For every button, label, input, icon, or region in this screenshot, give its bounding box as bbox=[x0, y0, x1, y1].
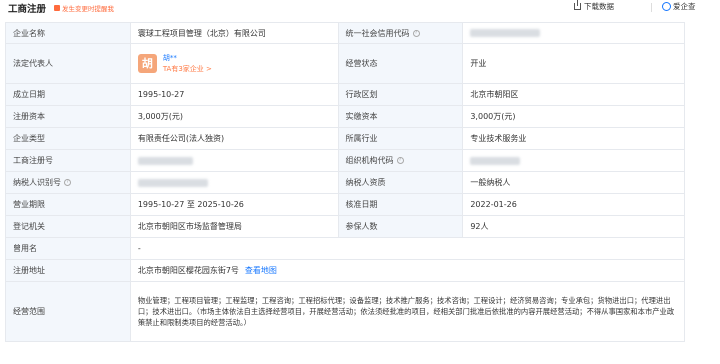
legal-rep-name[interactable]: 胡** bbox=[163, 53, 212, 64]
insured-count-label: 参保人数 bbox=[338, 216, 464, 237]
company-name-label: 企业名称 bbox=[6, 23, 131, 43]
business-term-label: 营业期限 bbox=[6, 194, 131, 215]
change-alert-label: 发生变更时提醒我 bbox=[62, 5, 114, 13]
credit-code-value bbox=[463, 23, 686, 43]
tax-id-value bbox=[131, 172, 339, 193]
table-row: 注册地址 北京市朝阳区樱花园东街7号 查看地图 bbox=[6, 260, 685, 282]
former-name-label: 曾用名 bbox=[6, 238, 131, 259]
status-label: 经营状态 bbox=[338, 44, 464, 83]
rep-companies-link[interactable]: TA有3家企业 > bbox=[163, 64, 212, 75]
org-code-value bbox=[463, 150, 686, 171]
table-row: 纳税人识别号? 纳税人资质 一般纳税人 bbox=[6, 172, 686, 194]
divider bbox=[651, 3, 652, 12]
table-row: 曾用名 - bbox=[6, 238, 685, 260]
redacted-value bbox=[137, 156, 193, 165]
section-title: 工商注册 bbox=[8, 4, 47, 15]
company-type-value: 有限责任公司(法人独资) bbox=[131, 128, 339, 149]
business-term-value: 1995-10-27 至 2025-10-26 bbox=[131, 194, 339, 215]
authority-label: 登记机关 bbox=[6, 216, 131, 237]
qcc-button[interactable]: 爱企查 bbox=[662, 1, 696, 12]
reg-number-value bbox=[131, 150, 339, 171]
table-row: 登记机关 北京市朝阳区市场监督管理局 参保人数 92人 bbox=[6, 216, 686, 238]
insured-count-value: 92人 bbox=[463, 216, 686, 237]
legal-rep-label: 法定代表人 bbox=[6, 44, 131, 83]
reg-number-label: 工商注册号 bbox=[6, 150, 131, 171]
redacted-value bbox=[137, 178, 208, 187]
qcc-logo-icon bbox=[662, 2, 671, 11]
section-header: 工商注册 发生变更时提醒我 下载数据 爱企查 bbox=[0, 0, 720, 16]
approval-date-label: 核准日期 bbox=[338, 194, 464, 215]
table-row: 成立日期 1995-10-27 行政区划 北京市朝阳区 bbox=[6, 84, 686, 106]
redacted-value bbox=[470, 156, 521, 165]
download-icon bbox=[574, 0, 581, 10]
taxpayer-type-label: 纳税人资质 bbox=[338, 172, 464, 193]
address-value: 北京市朝阳区樱花园东街7号 查看地图 bbox=[131, 260, 685, 281]
paid-capital-label: 实缴资本 bbox=[338, 106, 464, 127]
former-name-value: - bbox=[131, 238, 685, 259]
org-code-label-text: 组织机构代码 bbox=[345, 156, 394, 165]
industry-value: 专业技术服务业 bbox=[463, 128, 686, 149]
qcc-label: 爱企查 bbox=[673, 2, 696, 11]
authority-value: 北京市朝阳区市场监督管理局 bbox=[131, 216, 339, 237]
scope-label: 经营范围 bbox=[6, 282, 131, 341]
region-value: 北京市朝阳区 bbox=[463, 84, 686, 105]
industry-label: 所属行业 bbox=[338, 128, 464, 149]
scope-value: 物业管理；工程项目管理；工程监理；工程咨询；工程招标代理；设备监理；技术推广服务… bbox=[131, 282, 685, 341]
region-label: 行政区划 bbox=[338, 84, 464, 105]
table-row: 工商注册号 组织机构代码? bbox=[6, 150, 686, 172]
registration-table: 企业名称 寰球工程项目管理（北京）有限公司 统一社会信用代码? 法定代表人 胡 … bbox=[5, 22, 686, 342]
approval-date-value: 2022-01-26 bbox=[463, 194, 686, 215]
table-row: 企业类型 有限责任公司(法人独资) 所属行业 专业技术服务业 bbox=[6, 128, 686, 150]
taxpayer-type-value: 一般纳税人 bbox=[463, 172, 686, 193]
table-row: 注册资本 3,000万(元) 实缴资本 3,000万(元) bbox=[6, 106, 686, 128]
founded-label: 成立日期 bbox=[6, 84, 131, 105]
tax-id-label-text: 纳税人识别号 bbox=[13, 178, 61, 187]
address-label: 注册地址 bbox=[6, 260, 131, 281]
avatar: 胡 bbox=[137, 54, 157, 73]
table-row: 法定代表人 胡 胡** TA有3家企业 > 经营状态 开业 bbox=[6, 44, 686, 84]
redacted-value bbox=[470, 29, 541, 37]
legal-rep-value: 胡 胡** TA有3家企业 > bbox=[131, 44, 339, 83]
help-icon[interactable]: ? bbox=[412, 29, 420, 37]
download-button[interactable]: 下载数据 bbox=[574, 0, 614, 12]
help-icon[interactable]: ? bbox=[64, 179, 71, 186]
founded-value: 1995-10-27 bbox=[131, 84, 339, 105]
bell-icon bbox=[54, 5, 60, 11]
address-text: 北京市朝阳区樱花园东街7号 bbox=[137, 266, 239, 275]
help-icon[interactable]: ? bbox=[396, 157, 404, 164]
company-type-label: 企业类型 bbox=[6, 128, 131, 149]
tax-id-label: 纳税人识别号? bbox=[6, 172, 131, 193]
company-name-value: 寰球工程项目管理（北京）有限公司 bbox=[131, 23, 339, 43]
paid-capital-value: 3,000万(元) bbox=[463, 106, 686, 127]
credit-code-label-text: 统一社会信用代码 bbox=[345, 28, 410, 38]
table-row: 经营范围 物业管理；工程项目管理；工程监理；工程咨询；工程招标代理；设备监理；技… bbox=[6, 282, 685, 342]
download-label: 下载数据 bbox=[584, 2, 614, 11]
change-alert-link[interactable]: 发生变更时提醒我 bbox=[54, 3, 114, 13]
credit-code-label: 统一社会信用代码? bbox=[338, 23, 464, 43]
status-value: 开业 bbox=[463, 44, 686, 83]
table-row: 营业期限 1995-10-27 至 2025-10-26 核准日期 2022-0… bbox=[6, 194, 686, 216]
table-row: 企业名称 寰球工程项目管理（北京）有限公司 统一社会信用代码? bbox=[6, 23, 686, 44]
org-code-label: 组织机构代码? bbox=[338, 150, 464, 171]
registered-capital-value: 3,000万(元) bbox=[131, 106, 339, 127]
view-map-link[interactable]: 查看地图 bbox=[245, 265, 277, 276]
registered-capital-label: 注册资本 bbox=[6, 106, 131, 127]
